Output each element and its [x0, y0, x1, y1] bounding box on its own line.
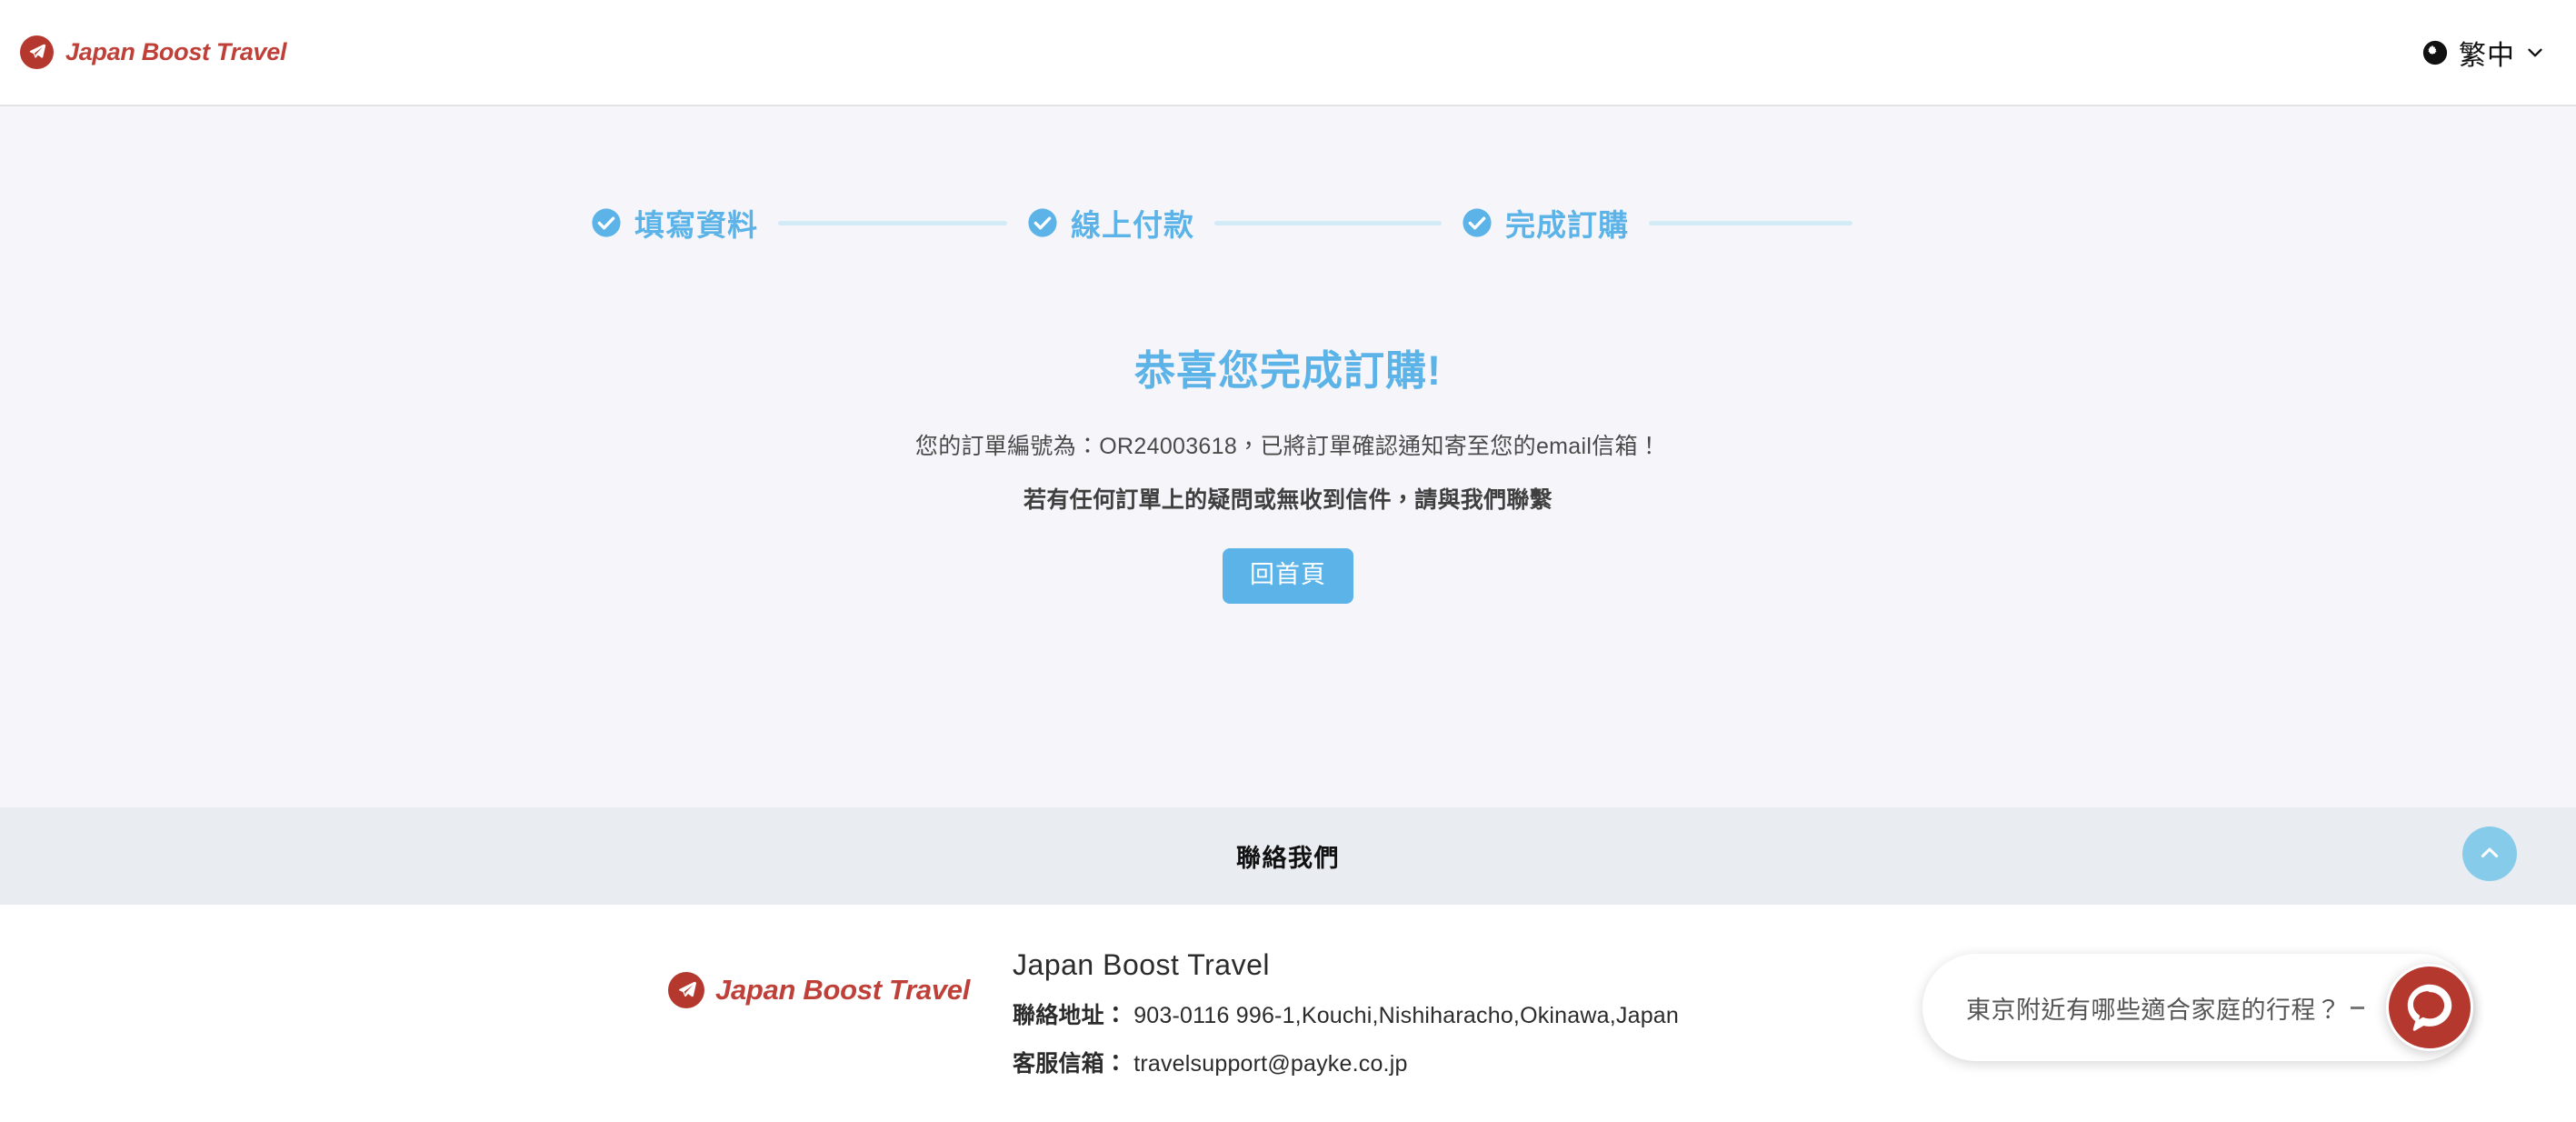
- footer-company-name: Japan Boost Travel: [1013, 948, 1270, 981]
- chat-bubble-icon: [2401, 978, 2458, 1037]
- footer-email-row: 客服信箱： travelsupport@payke.co.jp: [1013, 1046, 1679, 1078]
- footer-brand-name: Japan Boost Travel: [715, 974, 971, 1006]
- main-content: 填寫資料 線上付款 完成訂購 恭喜您完成訂購! 您的訂單編號為：OR240036…: [0, 106, 2576, 807]
- step-label: 線上付款: [1071, 208, 1194, 242]
- step-connector-line: [1214, 220, 1442, 225]
- chat-launcher-button[interactable]: [2385, 964, 2473, 1051]
- chat-prompt-text: 東京附近有哪些適合家庭的行程？: [1966, 996, 2341, 1024]
- step-label: 完成訂購: [1505, 208, 1629, 242]
- scroll-to-top-button[interactable]: [2462, 826, 2517, 881]
- order-number-text: 您的訂單編號為：OR24003618，已將訂單確認通知寄至您的email信箱！: [914, 434, 1662, 459]
- footer-address-value: 903-0116 996-1,Kouchi,Nishiharacho,Okina…: [1133, 1003, 1680, 1028]
- check-circle-icon: [1462, 207, 1493, 238]
- step-online-payment[interactable]: 線上付款: [1027, 201, 1194, 245]
- step-fill-info[interactable]: 填寫資料: [591, 201, 758, 245]
- contact-note: 若有任何訂單上的疑問或無收到信件，請與我們聯繫: [1023, 487, 1553, 513]
- footer-email-value: travelsupport@payke.co.jp: [1133, 1051, 1408, 1077]
- airplane-icon: [668, 972, 704, 1008]
- step-connector-line: [778, 220, 1007, 225]
- check-circle-icon: [1027, 207, 1058, 238]
- step-label: 填寫資料: [634, 208, 758, 242]
- step-connector-line: [1649, 220, 1852, 225]
- site-header: Japan Boost Travel 繁中: [0, 0, 2576, 106]
- globe-icon: [2421, 39, 2449, 66]
- language-label: 繁中: [2459, 40, 2515, 71]
- airplane-icon: [20, 35, 54, 69]
- back-to-home-button[interactable]: 回首頁: [1223, 548, 1353, 605]
- footer-email-label: 客服信箱：: [1013, 1051, 1128, 1077]
- language-selector[interactable]: 繁中: [2421, 33, 2545, 73]
- brand-logo-link[interactable]: Japan Boost Travel: [20, 35, 287, 69]
- footer-address-row: 聯絡地址： 903-0116 996-1,Kouchi,Nishiharacho…: [1013, 997, 1679, 1030]
- check-circle-icon: [591, 207, 622, 238]
- checkout-stepper: 填寫資料 線上付款 完成訂購: [0, 106, 2576, 245]
- step-order-complete[interactable]: 完成訂購: [1462, 201, 1629, 245]
- text-cursor: [2350, 1006, 2364, 1009]
- footer-contact-info: Japan Boost Travel 聯絡地址： 903-0116 996-1,…: [1013, 947, 1679, 1078]
- chevron-down-icon: [2525, 43, 2545, 63]
- chat-widget: 東京附近有哪些適合家庭的行程？: [1922, 938, 2473, 1077]
- footer-brand-logo[interactable]: Japan Boost Travel: [668, 972, 970, 1008]
- chevron-up-icon: [2477, 840, 2502, 868]
- contact-us-heading: 聯絡我們: [1236, 845, 1340, 872]
- order-confirmation: 恭喜您完成訂購! 您的訂單編號為：OR24003618，已將訂單確認通知寄至您的…: [0, 337, 2576, 605]
- brand-name: Japan Boost Travel: [65, 38, 287, 65]
- footer-address-label: 聯絡地址：: [1013, 1003, 1128, 1028]
- contact-band: 聯絡我們: [0, 807, 2576, 905]
- page-title: 恭喜您完成訂購!: [1134, 347, 1442, 394]
